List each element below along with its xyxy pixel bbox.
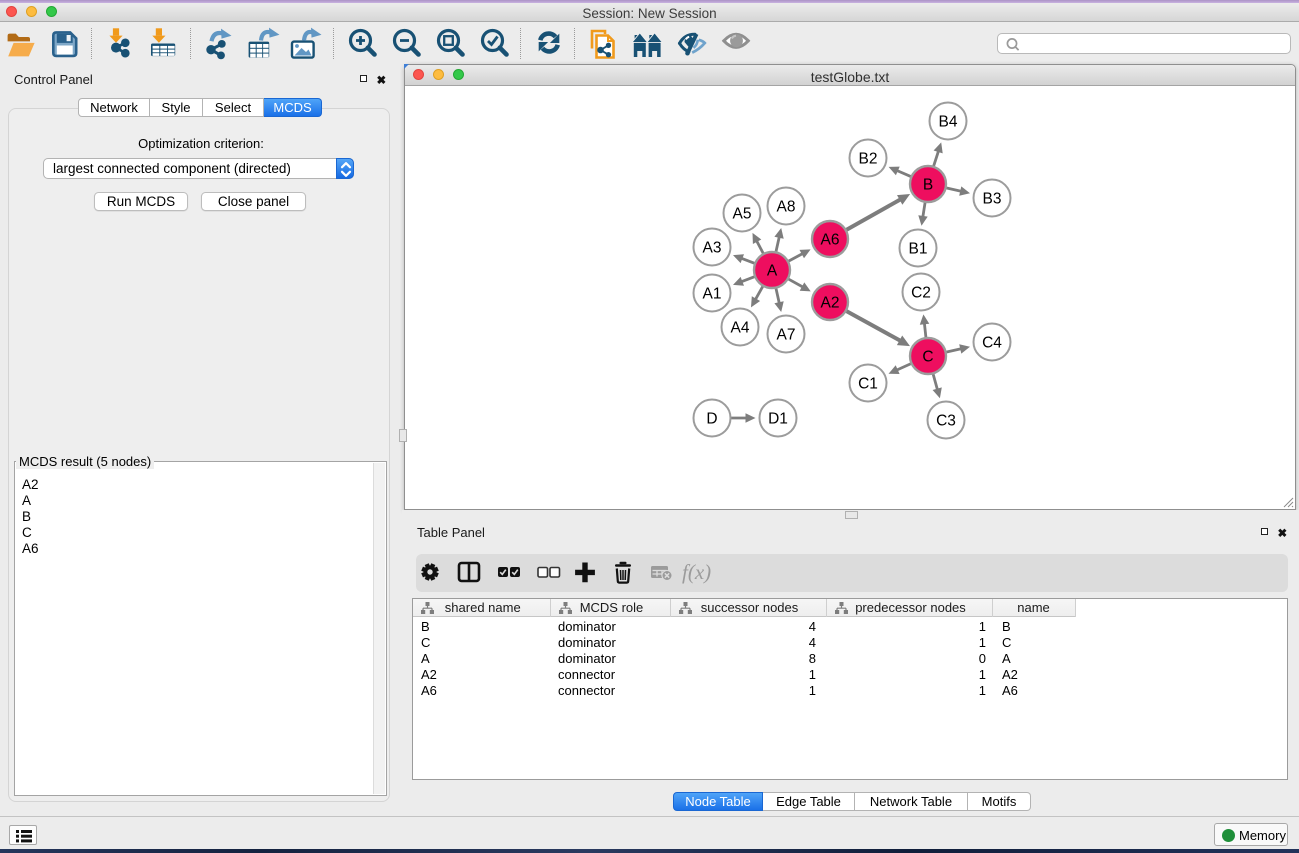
svg-text:D1: D1 xyxy=(768,411,788,428)
svg-text:A4: A4 xyxy=(731,320,750,337)
svg-text:A2: A2 xyxy=(821,295,840,312)
svg-text:A1: A1 xyxy=(703,286,722,303)
svg-text:A8: A8 xyxy=(777,199,796,216)
svg-text:C2: C2 xyxy=(911,285,931,302)
svg-text:C3: C3 xyxy=(936,413,956,430)
svg-text:f(x): f(x) xyxy=(682,560,711,584)
svg-text:B: B xyxy=(923,177,933,194)
svg-text:B1: B1 xyxy=(909,241,928,258)
svg-text:A5: A5 xyxy=(733,206,752,223)
svg-text:B3: B3 xyxy=(983,191,1002,208)
svg-text:C: C xyxy=(922,349,933,366)
svg-text:C4: C4 xyxy=(982,335,1002,352)
svg-text:A7: A7 xyxy=(777,327,796,344)
svg-text:A: A xyxy=(767,263,778,280)
svg-text:A3: A3 xyxy=(703,240,722,257)
svg-text:A6: A6 xyxy=(821,232,840,249)
svg-text:B2: B2 xyxy=(859,151,878,168)
svg-text:B4: B4 xyxy=(939,114,958,131)
svg-text:D: D xyxy=(706,411,717,428)
svg-text:C1: C1 xyxy=(858,376,878,393)
